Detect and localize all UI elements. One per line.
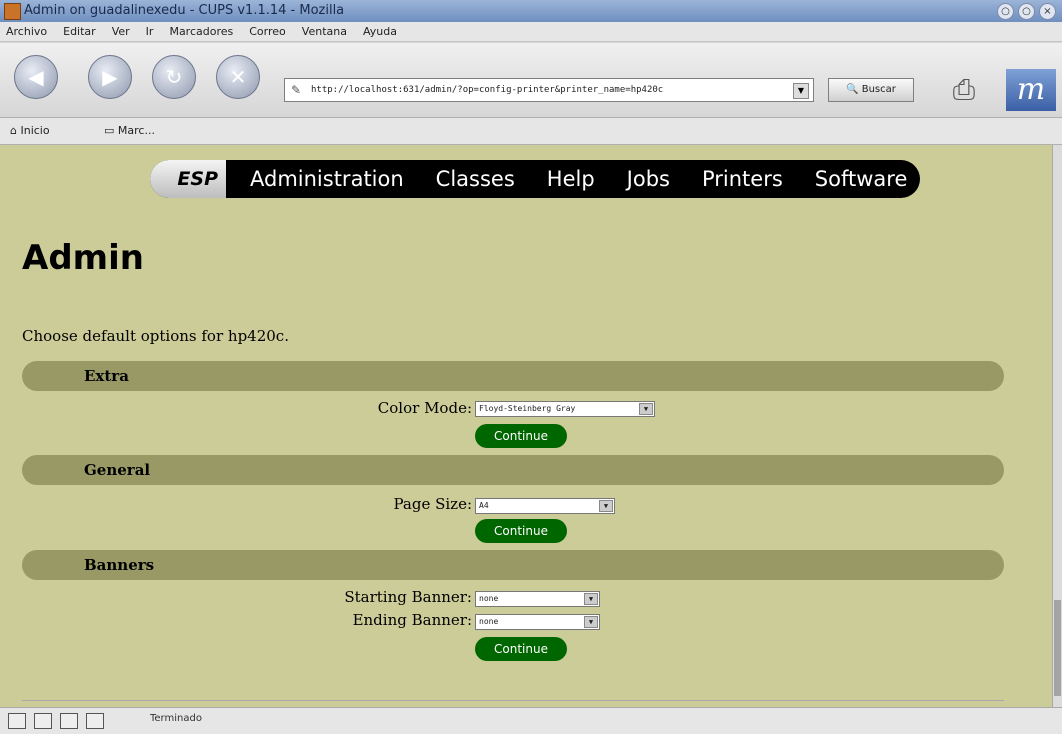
page-size-value: A4 bbox=[479, 501, 489, 510]
page-title: Admin bbox=[22, 238, 144, 278]
chevron-down-icon: ▼ bbox=[584, 593, 598, 605]
nav-software[interactable]: Software bbox=[815, 160, 908, 198]
stop-icon: ✕ bbox=[229, 65, 247, 89]
reload-icon: ↻ bbox=[165, 65, 183, 89]
search-button[interactable]: 🔍 Buscar bbox=[828, 78, 914, 102]
status-bar: Terminado bbox=[0, 707, 1062, 734]
scrollbar-thumb[interactable] bbox=[1054, 600, 1061, 696]
url-bar[interactable]: ✎ http://localhost:631/admin/?op=config-… bbox=[284, 78, 814, 102]
menu-ventana[interactable]: Ventana bbox=[302, 22, 347, 41]
menu-ayuda[interactable]: Ayuda bbox=[363, 22, 397, 41]
bookmarks-toolbar: ⌂ Inicio ▭ Marc... bbox=[0, 118, 1062, 145]
menu-archivo[interactable]: Archivo bbox=[6, 22, 47, 41]
maximize-button[interactable]: ○ bbox=[1018, 3, 1035, 20]
back-icon: ◀ bbox=[28, 65, 44, 89]
stop-button[interactable]: ✕ bbox=[216, 55, 260, 99]
color-mode-value: Floyd-Steinberg Gray bbox=[479, 404, 576, 413]
page-size-select[interactable]: A4 ▼ bbox=[475, 498, 615, 514]
composer-icon[interactable] bbox=[60, 713, 78, 729]
search-label: Buscar bbox=[861, 84, 896, 95]
menu-ver[interactable]: Ver bbox=[112, 22, 130, 41]
divider bbox=[22, 700, 1004, 701]
starting-banner-value: none bbox=[479, 594, 499, 603]
menu-marcadores[interactable]: Marcadores bbox=[169, 22, 233, 41]
starting-banner-select[interactable]: none ▼ bbox=[475, 591, 600, 607]
url-text[interactable]: http://localhost:631/admin/?op=config-pr… bbox=[311, 79, 663, 101]
window-title: Admin on guadalinexedu - CUPS v1.1.14 - … bbox=[24, 3, 345, 18]
ending-banner-label: Ending Banner: bbox=[352, 611, 472, 629]
section-general-title: General bbox=[84, 461, 151, 479]
chevron-down-icon: ▼ bbox=[639, 403, 653, 415]
color-mode-label: Color Mode: bbox=[377, 399, 472, 417]
forward-button[interactable]: ▶ bbox=[88, 55, 132, 99]
esp-brand-tab[interactable]: ESP bbox=[150, 160, 226, 198]
intro-text: Choose default options for hp420c. bbox=[22, 327, 289, 345]
cups-nav-bar: ESP Administration Classes Help Jobs Pri… bbox=[150, 160, 920, 198]
forward-icon: ▶ bbox=[102, 65, 118, 89]
nav-administration[interactable]: Administration bbox=[250, 160, 404, 198]
window-titlebar: Admin on guadalinexedu - CUPS v1.1.14 - … bbox=[0, 0, 1062, 23]
window-controls: ○ ○ × bbox=[997, 3, 1056, 20]
mail-icon[interactable] bbox=[34, 713, 52, 729]
nav-links: Administration Classes Help Jobs Printer… bbox=[250, 160, 907, 198]
reload-button[interactable]: ↻ bbox=[152, 55, 196, 99]
menu-bar: Archivo Editar Ver Ir Marcadores Correo … bbox=[0, 22, 1062, 42]
vertical-scrollbar[interactable] bbox=[1052, 145, 1062, 707]
print-icon[interactable]: ⎙ bbox=[944, 73, 984, 107]
chevron-down-icon: ▼ bbox=[599, 500, 613, 512]
mozilla-logo: m bbox=[1006, 69, 1056, 111]
continue-button-extra[interactable]: Continue bbox=[475, 424, 567, 448]
bookmark-marc[interactable]: ▭ Marc... bbox=[104, 122, 155, 140]
minimize-button[interactable]: ○ bbox=[997, 3, 1014, 20]
status-text: Terminado bbox=[150, 713, 202, 724]
mozilla-app-icon bbox=[4, 3, 21, 20]
menu-ir[interactable]: Ir bbox=[146, 22, 154, 41]
nav-printers[interactable]: Printers bbox=[702, 160, 783, 198]
bookmark-inicio-label: Inicio bbox=[20, 124, 50, 137]
ending-banner-select[interactable]: none ▼ bbox=[475, 614, 600, 630]
nav-classes[interactable]: Classes bbox=[436, 160, 515, 198]
section-extra-header: Extra bbox=[22, 361, 1004, 391]
section-general-header: General bbox=[22, 455, 1004, 485]
chevron-down-icon: ▼ bbox=[584, 616, 598, 628]
menu-editar[interactable]: Editar bbox=[63, 22, 96, 41]
continue-button-general[interactable]: Continue bbox=[475, 519, 567, 543]
bookmark-marc-label: Marc... bbox=[117, 124, 155, 137]
nav-jobs[interactable]: Jobs bbox=[627, 160, 670, 198]
continue-button-banners[interactable]: Continue bbox=[475, 637, 567, 661]
section-extra-title: Extra bbox=[84, 367, 129, 385]
page-icon: ✎ bbox=[291, 83, 302, 97]
url-history-dropdown[interactable]: ▼ bbox=[793, 83, 809, 99]
address-book-icon[interactable] bbox=[86, 713, 104, 729]
section-banners-header: Banners bbox=[22, 550, 1004, 580]
menu-correo[interactable]: Correo bbox=[249, 22, 286, 41]
starting-banner-label: Starting Banner: bbox=[344, 588, 472, 606]
section-banners-title: Banners bbox=[84, 556, 155, 574]
ending-banner-value: none bbox=[479, 617, 499, 626]
bookmark-inicio[interactable]: ⌂ Inicio bbox=[10, 122, 50, 140]
color-mode-select[interactable]: Floyd-Steinberg Gray ▼ bbox=[475, 401, 655, 417]
nav-help[interactable]: Help bbox=[547, 160, 595, 198]
page-size-label: Page Size: bbox=[393, 495, 472, 513]
back-button[interactable]: ◀ bbox=[14, 55, 58, 99]
navigator-icon[interactable] bbox=[8, 713, 26, 729]
page-content: ESP Administration Classes Help Jobs Pri… bbox=[0, 145, 1052, 707]
navigation-toolbar: ◀ ▶ ↻ ✕ ✎ http://localhost:631/admin/?op… bbox=[0, 43, 1062, 118]
close-button[interactable]: × bbox=[1039, 3, 1056, 20]
